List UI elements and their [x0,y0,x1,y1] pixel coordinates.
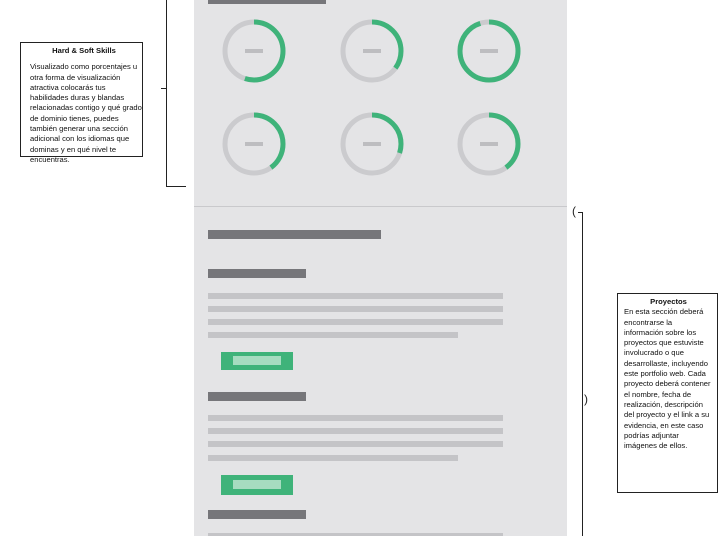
skills-annotation-title: Hard & Soft Skills [52,46,116,55]
skills-annotation-text: Visualizado como porcentajes u otra form… [30,62,142,164]
projects-annotation-title: Proyectos [650,297,687,306]
skill-ring [340,112,404,176]
projects-bracket-line [582,212,583,536]
project-text-line [208,293,503,299]
project-title-bar [208,269,306,278]
project-link-button[interactable] [221,352,293,370]
skills-annotation-box: Hard & Soft Skills Visualizado como porc… [20,42,143,164]
projects-annotation-box: Proyectos En esta sección deberá encontr… [617,293,718,493]
skills-bracket-tick [161,88,166,89]
project-link-button[interactable] [221,475,293,495]
skill-ring [457,112,521,176]
project-text-line [208,332,458,338]
skills-bracket-bottom [166,186,186,187]
skill-ring [340,19,404,83]
projects-heading-bar [208,230,381,239]
bracket-close-icon: ) [584,392,588,406]
button-label-placeholder [233,356,281,365]
project-text-line [208,415,503,421]
project-text-line [208,319,503,325]
skills-bracket-line [166,0,167,187]
skill-ring [457,19,521,83]
bracket-open-icon: ( [572,204,576,218]
skill-ring [222,112,286,176]
project-title-bar [208,510,306,519]
projects-annotation-text: En esta sección deberá encontrarse la in… [624,307,711,451]
project-text-line [208,441,503,447]
project-text-line [208,306,503,312]
skill-ring [222,19,286,83]
section-divider [194,206,567,207]
project-text-line [208,428,503,434]
projects-bracket-top [578,212,583,213]
project-title-bar [208,392,306,401]
project-text-line [208,455,458,461]
skills-heading-bar [208,0,326,4]
button-label-placeholder [233,480,281,489]
